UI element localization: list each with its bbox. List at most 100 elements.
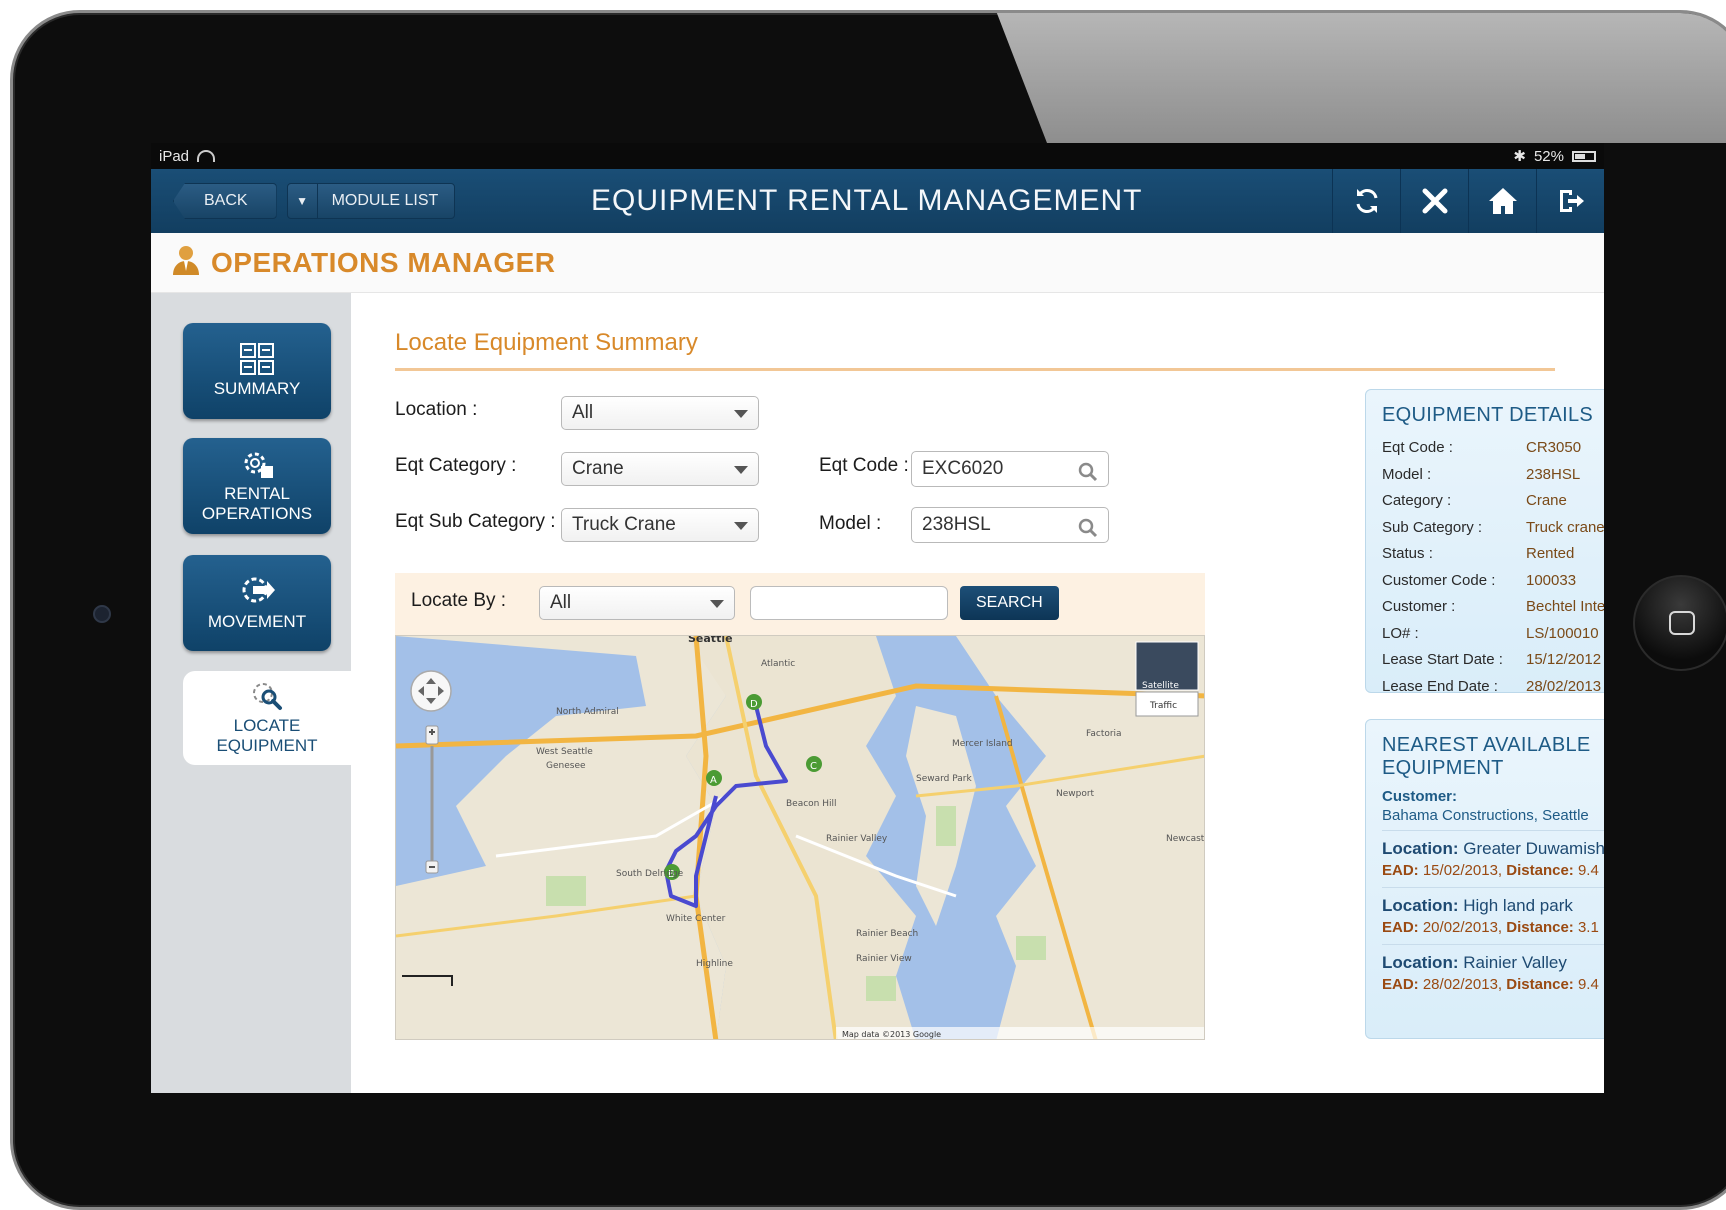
search-icon[interactable] [1078,516,1098,550]
map-label: Rainier Beach [856,929,918,939]
sidebar: SUMMARY RENTAL OPERATIONS MOVEMENT LOCAT… [151,293,351,1093]
device-name: iPad [159,147,190,165]
chevron-down-icon: ▼ [288,184,318,218]
bluetooth-icon: ✱ [1513,148,1526,165]
svg-text:A: A [710,775,717,786]
model-value: 238HSL [922,514,991,535]
location-value: All [572,402,594,423]
chevron-down-icon [734,466,748,474]
customer-value: Bahama Constructions, Seattle [1382,807,1589,824]
model-label: Model : [819,513,882,534]
map-label: Factoria [1086,729,1122,739]
home-icon[interactable] [1468,169,1536,233]
customer-label: Customer: [1382,788,1458,805]
map-label: Newcast [1166,834,1205,844]
sidebar-item-label-line1: RENTAL [224,484,290,503]
subcategory-label: Eqt Sub Category : [395,511,556,532]
truck-icon [242,577,275,603]
list-item[interactable]: Location: Rainier Valley EAD: 28/02/2013… [1382,944,1604,1001]
map-type-control[interactable]: Satellite Traffic [1135,641,1199,717]
map-marker-d[interactable]: D [746,694,762,710]
map-view[interactable]: A B C D Seattle North Admiral West Seatt… [395,635,1205,1040]
detail-row: Eqt Code : CR3050 [1382,439,1582,456]
module-list-label: MODULE LIST [331,192,439,209]
list-item[interactable]: Location: Greater Duwamish EAD: 15/02/20… [1382,830,1604,887]
close-icon[interactable] [1400,169,1468,233]
map-label: North Admiral [556,707,619,717]
camera [93,605,111,623]
main-panel: Locate Equipment Summary Location : All … [351,293,1604,1093]
sidebar-item-label: SUMMARY [213,379,301,398]
map-label: Atlantic [761,659,795,669]
map-label: West Seattle [536,747,593,757]
panel-title: EQUIPMENT DETAILS [1382,404,1594,426]
sidebar-item-label: MOVEMENT [207,612,307,631]
sidebar-item-movement[interactable]: MOVEMENT [183,555,331,651]
eqt-code-value: EXC6020 [922,458,1004,479]
battery-icon [1572,150,1596,162]
locate-search-input[interactable] [750,586,948,620]
refresh-icon[interactable] [1332,169,1400,233]
header-actions [1332,169,1604,233]
sidebar-item-locate-equipment[interactable]: LOCATE EQUIPMENT [183,671,351,765]
detail-row: Customer Code :100033 [1382,571,1577,589]
battery-percent: 52% [1533,147,1564,165]
map-pan-control[interactable] [410,670,452,712]
map-label: Rainier Valley [826,834,888,844]
sidebar-item-label-line1: LOCATE [233,716,301,735]
home-hardware-button[interactable] [1633,575,1726,671]
svg-text:D: D [750,699,758,710]
eqt-code-field[interactable]: EXC6020 [911,451,1109,487]
location-label: Location : [395,399,478,420]
model-field[interactable]: 238HSL [911,507,1109,543]
detail-row: Lease Start Date :15/12/2012 [1382,651,1602,668]
list-item[interactable]: Location: High land park EAD: 20/02/2013… [1382,887,1604,944]
category-select[interactable]: Crane [561,452,759,486]
map-marker-a[interactable]: A [706,770,722,786]
traffic-toggle[interactable]: Traffic [1149,701,1177,711]
map-label: South Delridge [616,869,684,879]
back-button[interactable]: BACK [173,183,277,219]
chevron-down-icon [710,600,724,608]
sidebar-item-summary[interactable]: SUMMARY [183,323,331,419]
map-marker-c[interactable]: C [806,756,822,772]
detail-row: Status : Rented [1382,545,1575,562]
location-select[interactable]: All [561,396,759,430]
locate-by-label: Locate By : [411,590,507,611]
subcategory-select[interactable]: Truck Crane [561,508,759,542]
screen: iPad ✱ 52% BACK ▼ MODULE LIST EQUIPMENT … [151,143,1604,1093]
detail-row: Sub Category : Truck crane [1382,518,1604,536]
map-label: Seward Park [916,774,972,784]
map-label: Beacon Hill [786,799,837,809]
search-button[interactable]: SEARCH [960,586,1059,620]
equipment-details-panel: EQUIPMENT DETAILS Eqt Code : CR3050 Model… [1365,389,1604,695]
map-label: White Center [666,914,726,924]
map-label: Seattle [688,636,733,645]
map-label: Newport [1056,789,1095,799]
detail-row: Model :238HSL [1382,465,1581,483]
page-title: Locate Equipment Summary [395,329,698,356]
sidebar-item-label-line2: OPERATIONS [201,504,313,523]
locate-by-select[interactable]: All [539,586,735,620]
eqt-code-label: Eqt Code : [819,455,909,476]
map-label: Mercer Island [952,739,1013,749]
locate-icon [253,683,282,710]
detail-row: LO# : LS/100010 [1382,624,1599,642]
map-canvas[interactable]: A B C D Seattle North Admiral West Seatt… [396,636,1205,1040]
category-label: Eqt Category : [395,455,517,476]
satellite-toggle[interactable]: Satellite [1142,681,1179,691]
module-list-button[interactable]: ▼ MODULE LIST [286,183,456,219]
map-attribution: Map data ©2013 Google [842,1030,941,1039]
locate-bar: Locate By : All SEARCH [395,573,1205,635]
logout-icon[interactable] [1536,169,1604,233]
gear-icon [244,452,273,478]
search-icon[interactable] [1078,460,1098,494]
ipad-frame: iPad ✱ 52% BACK ▼ MODULE LIST EQUIPMENT … [10,10,1726,1210]
title-divider [395,368,1555,371]
map-label: Genesee [546,761,586,771]
sidebar-item-rental-operations[interactable]: RENTAL OPERATIONS [183,438,331,534]
subcategory-value: Truck Crane [572,514,676,535]
locate-by-value: All [550,592,572,613]
chevron-down-icon [734,410,748,418]
status-bar: iPad ✱ 52% [151,143,1604,169]
